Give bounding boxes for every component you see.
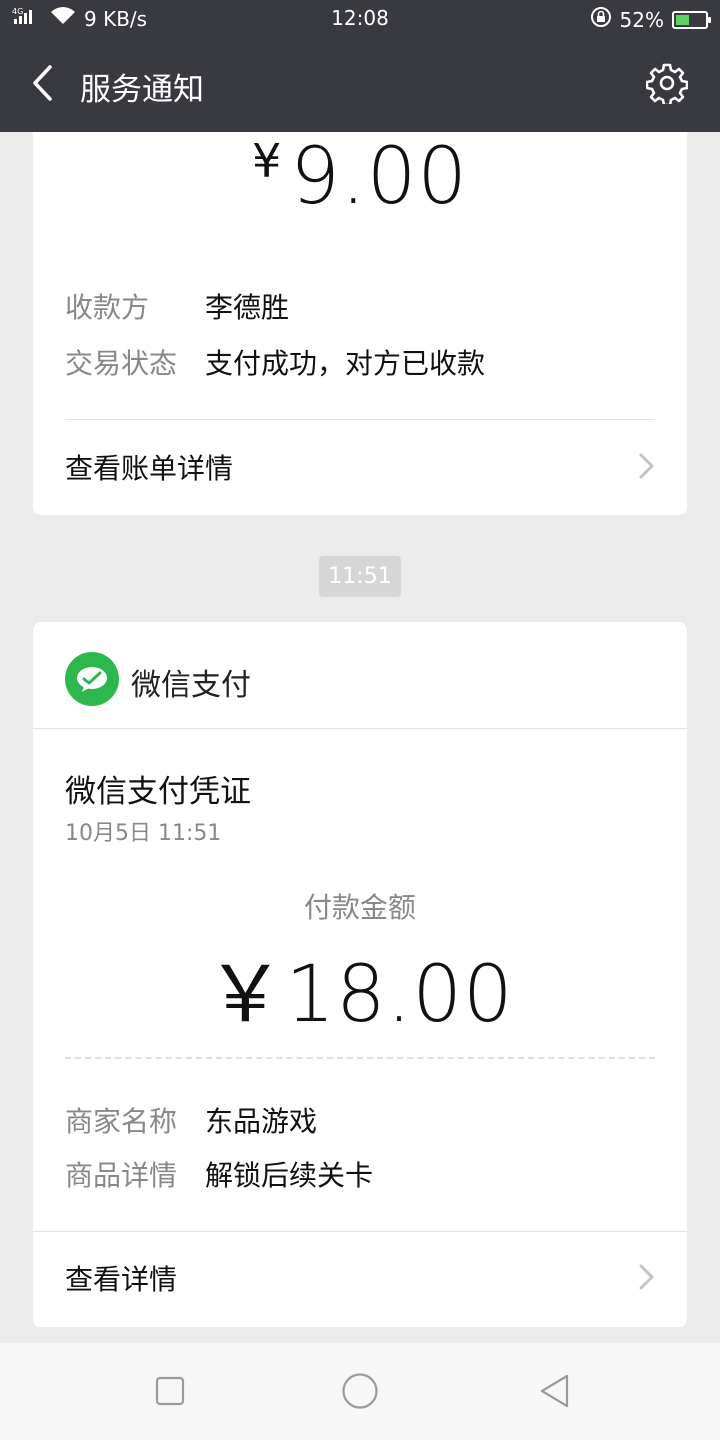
- voucher-title: 微信支付凭证: [65, 774, 251, 810]
- view-bill-details-link[interactable]: 查看账单详情: [33, 421, 687, 511]
- system-navigation-bar: [0, 1343, 720, 1440]
- square-icon: [154, 1375, 186, 1411]
- status-value: 支付成功，对方已收款: [205, 347, 486, 380]
- product-label: 商品详情: [65, 1159, 178, 1192]
- chevron-right-icon: [637, 1262, 657, 1292]
- payment-amount: ¥9.00: [33, 132, 687, 222]
- view-details-label: 查看详情: [65, 1263, 178, 1296]
- payment-amount-label: 付款金额: [303, 891, 416, 924]
- status-row: 交易状态 支付成功，对方已收款: [65, 342, 485, 382]
- payment-amount: ￥18.00: [33, 932, 687, 1044]
- merchant-label: 商家名称: [65, 1105, 178, 1138]
- recent-apps-button[interactable]: [148, 1371, 192, 1415]
- payee-value: 李德胜: [205, 291, 290, 324]
- status-label: 交易状态: [65, 347, 178, 380]
- status-bar: 4G 9 KB/s 12:08 52%: [0, 0, 720, 38]
- currency-symbol: ¥: [252, 134, 283, 188]
- wechat-pay-logo-icon: [65, 652, 119, 706]
- amount-value: 9.00: [290, 132, 468, 222]
- triangle-back-icon: [537, 1372, 571, 1414]
- merchant-row: 商家名称 东品游戏: [65, 1100, 317, 1140]
- amount-value: ￥18.00: [206, 950, 514, 1040]
- view-details-link[interactable]: 查看详情: [33, 1232, 687, 1322]
- battery-icon: [672, 10, 711, 29]
- settings-button[interactable]: [644, 62, 690, 108]
- back-nav-button[interactable]: [532, 1371, 576, 1415]
- payee-label: 收款方: [65, 291, 150, 324]
- divider: [33, 728, 687, 729]
- payment-notice-card: ¥9.00 收款方 李德胜 交易状态 支付成功，对方已收款 查看账单详情: [33, 132, 687, 515]
- rotation-lock-icon: [590, 6, 612, 33]
- chevron-left-icon: [30, 64, 54, 106]
- view-bill-details-label: 查看账单详情: [65, 452, 234, 485]
- wechat-pay-voucher-card: 微信支付 微信支付凭证 10月5日 11:51 付款金额 ￥18.00 商家名称…: [33, 622, 687, 1327]
- app-header: 服务通知: [0, 38, 720, 132]
- home-button[interactable]: [338, 1371, 382, 1415]
- page-title: 服务通知: [80, 72, 204, 108]
- divider: [65, 419, 655, 420]
- payee-row: 收款方 李德胜: [65, 286, 289, 326]
- product-value: 解锁后续关卡: [205, 1159, 374, 1192]
- circle-icon: [341, 1372, 379, 1414]
- merchant-value: 东品游戏: [205, 1105, 318, 1138]
- product-row: 商品详情 解锁后续关卡: [65, 1154, 373, 1194]
- message-timestamp: 11:51: [319, 556, 401, 597]
- battery-percent: 52%: [619, 7, 664, 32]
- chevron-right-icon: [637, 451, 657, 481]
- brand-name: 微信支付: [131, 668, 251, 703]
- back-button[interactable]: [20, 60, 64, 110]
- voucher-date: 10月5日 11:51: [65, 821, 222, 846]
- gear-icon: [645, 62, 689, 108]
- dashed-divider: [65, 1057, 655, 1059]
